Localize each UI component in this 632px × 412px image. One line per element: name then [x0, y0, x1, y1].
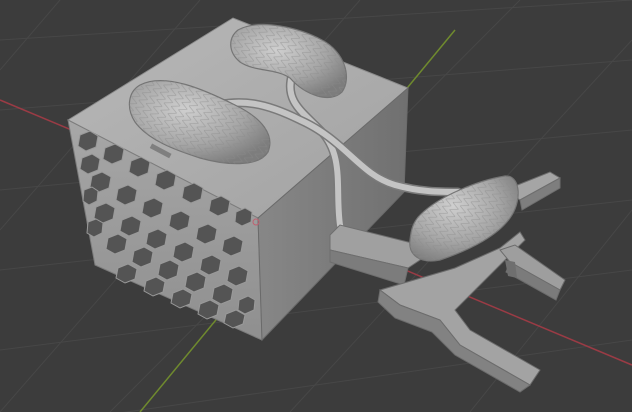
viewport-canvas[interactable]	[0, 0, 632, 412]
3d-viewport[interactable]	[0, 0, 632, 412]
hexagon-vent-box[interactable]	[66, 17, 409, 342]
